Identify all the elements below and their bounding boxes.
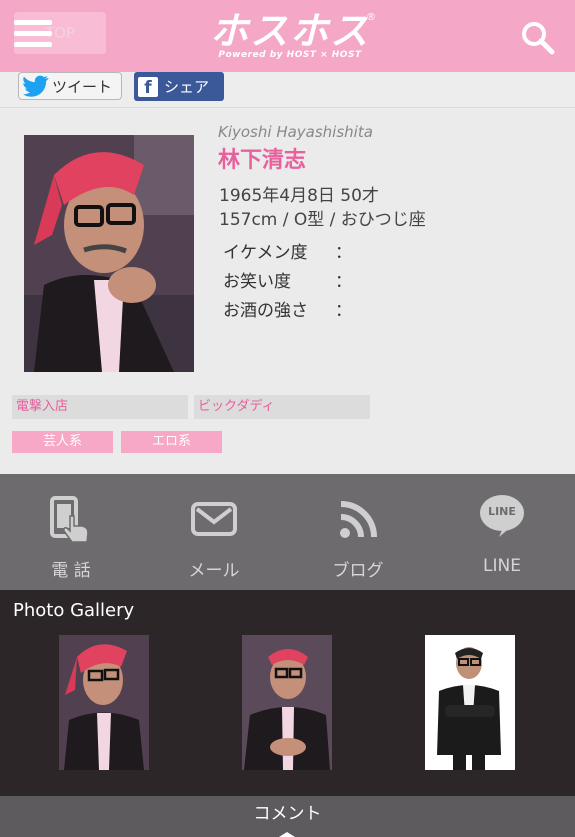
gallery-thumb-3[interactable]	[425, 635, 515, 770]
site-header: TOP ホスホス Powered by HOST × HOST ®	[0, 0, 575, 72]
name-romaji: Kiyoshi Hayashishita	[218, 123, 373, 141]
site-logo[interactable]: ホスホス Powered by HOST × HOST ®	[200, 12, 380, 62]
gallery-thumb-1[interactable]	[59, 635, 149, 770]
caret-up-icon	[279, 832, 295, 837]
registered-mark: ®	[366, 12, 376, 23]
stat-owarai: お笑い度 ：	[223, 267, 352, 292]
type-tag[interactable]: 芸人系	[12, 431, 113, 453]
birth-info: 1965年4月8日 50才	[219, 186, 379, 206]
type-tag[interactable]: エロ系	[121, 431, 222, 453]
gallery-title: Photo Gallery	[13, 600, 135, 621]
rss-icon	[340, 501, 377, 538]
contact-bar: 電 話 メール ブログ LINE LINE	[0, 474, 575, 590]
mail-label: メール	[188, 561, 240, 581]
facebook-icon: f	[138, 76, 158, 98]
profile-photo[interactable]	[24, 135, 194, 372]
gallery-thumb-2[interactable]	[242, 635, 332, 770]
stat-osake: お酒の強さ ：	[223, 296, 352, 321]
tweet-button[interactable]: ツイート	[18, 72, 122, 100]
search-icon[interactable]	[520, 20, 556, 56]
logo-text: ホスホス	[209, 9, 370, 53]
body-info: 157cm / O型 / おひつじ座	[219, 210, 426, 230]
share-label: シェア	[164, 78, 210, 96]
comment-bar[interactable]: コメント	[0, 796, 575, 837]
stat-label: お酒の強さ	[223, 301, 308, 321]
blog-label: ブログ	[332, 561, 384, 581]
facebook-share-button[interactable]: f シェア	[134, 72, 224, 101]
phone-label: 電 話	[51, 561, 91, 581]
shop-tag[interactable]: ビックダディ	[194, 395, 370, 419]
logo-tagline: Powered by HOST × HOST	[218, 50, 362, 60]
stat-ikemen: イケメン度 ：	[223, 238, 352, 263]
stat-label: お笑い度	[223, 272, 291, 292]
stat-colon: ：	[335, 243, 352, 263]
stat-colon: ：	[335, 301, 352, 321]
share-bar: ツイート f シェア	[0, 72, 575, 108]
line-icon: LINE	[479, 494, 525, 538]
photo-gallery: Photo Gallery	[0, 590, 575, 796]
stat-colon: ：	[335, 272, 352, 292]
tweet-label: ツイート	[52, 77, 113, 96]
mail-button[interactable]: メール	[144, 474, 284, 590]
blog-button[interactable]: ブログ	[288, 474, 428, 590]
phone-button[interactable]: 電 話	[1, 474, 141, 590]
stat-label: イケメン度	[223, 243, 308, 263]
line-icon-text: LINE	[488, 505, 516, 518]
shop-tag[interactable]: 電撃入店	[12, 395, 188, 419]
line-button[interactable]: LINE LINE	[432, 474, 572, 590]
comment-label: コメント	[253, 804, 322, 824]
name-japanese: 林下清志	[218, 148, 307, 173]
hamburger-menu-icon[interactable]	[14, 20, 52, 52]
twitter-bird-icon	[23, 75, 49, 97]
line-label: LINE	[483, 556, 521, 576]
phone-tap-icon	[50, 496, 89, 543]
mail-icon	[191, 502, 237, 536]
